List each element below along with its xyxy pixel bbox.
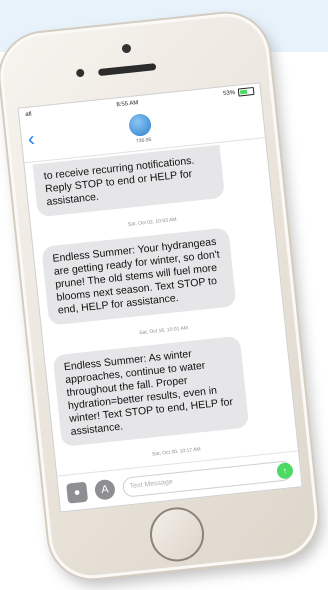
message-bubble[interactable]: Endless Summer: As winter approaches, co… [52, 335, 250, 447]
proximity-sensor [75, 68, 85, 78]
message-placeholder: Text Message [129, 478, 174, 491]
battery-percent: 53% [222, 89, 236, 98]
microphone-icon[interactable]: ↑ [276, 461, 294, 480]
avatar[interactable] [127, 112, 153, 138]
iphone-device: atl 8:55 AM 53% ‹ 736-95 to receive recu… [0, 9, 322, 583]
app-store-icon[interactable]: A [93, 478, 116, 501]
battery-icon [237, 86, 255, 97]
camera-icon[interactable]: ● [66, 481, 89, 504]
carrier-label: atl [25, 111, 32, 118]
message-list: to receive recurring notifications. Repl… [24, 138, 300, 503]
message-bubble[interactable]: Endless Summer: Your hydrangeas are gett… [41, 227, 237, 326]
clock: 8:55 AM [116, 100, 139, 109]
home-button[interactable] [147, 504, 207, 565]
chevron-left-icon[interactable]: ‹ [27, 128, 36, 151]
phone-screen: atl 8:55 AM 53% ‹ 736-95 to receive recu… [17, 82, 303, 513]
message-input[interactable]: Text Message ↑ [121, 459, 294, 498]
front-camera [121, 43, 132, 54]
battery-group: 53% [222, 86, 255, 98]
earpiece-speaker [97, 63, 157, 77]
